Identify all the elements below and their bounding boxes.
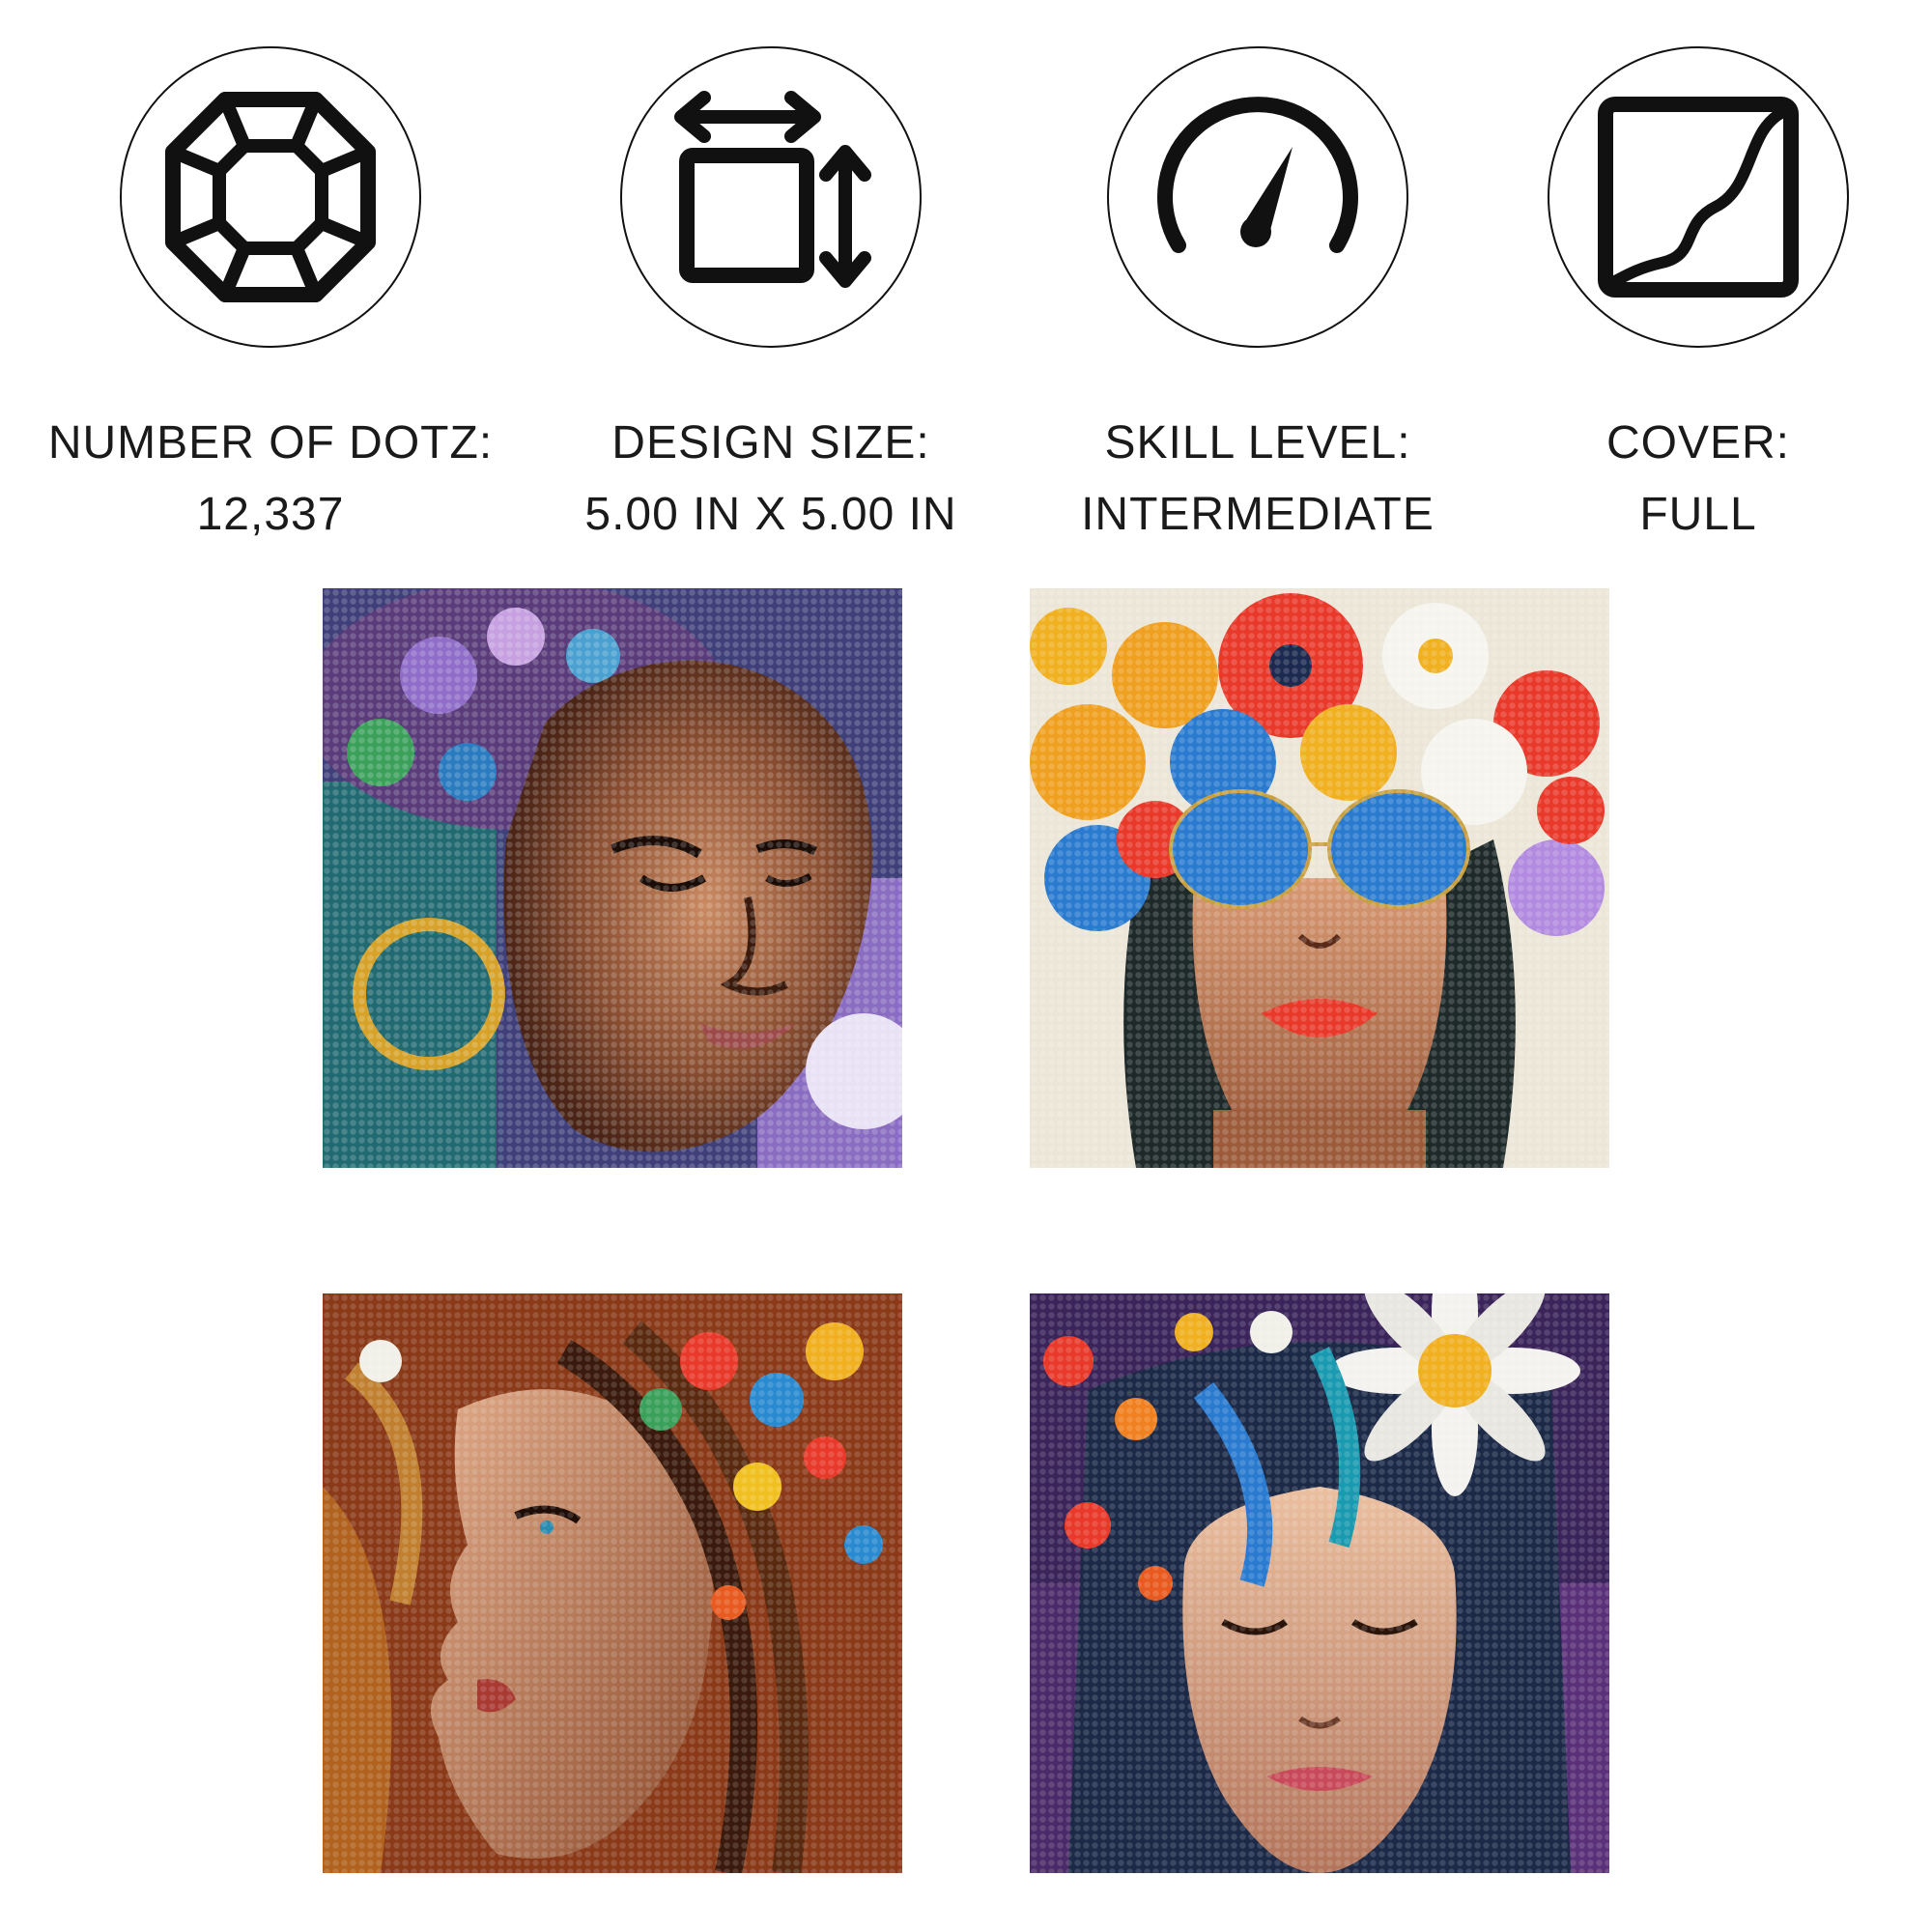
feature-label: COVER:: [1605, 417, 1791, 469]
art-1-image: [323, 588, 902, 1168]
feature-design-size: DESIGN SIZE: 5.00 IN X 5.00 IN: [529, 46, 1012, 551]
art-2-image: [1030, 588, 1609, 1168]
feature-label: NUMBER OF DOTZ:: [47, 417, 494, 469]
speedometer-icon-circle: [1107, 46, 1408, 348]
art-4-image: [1030, 1293, 1609, 1873]
cover-icon-circle: [1548, 46, 1849, 348]
woman-with-daisy-headpiece-art: [1030, 1293, 1609, 1873]
feature-skill-level: SKILL LEVEL: INTERMEDIATE: [1016, 46, 1499, 551]
gem-icon-circle: [120, 46, 421, 348]
feature-cover: COVER: FULL: [1457, 46, 1932, 551]
feature-value: 5.00 IN X 5.00 IN: [584, 489, 957, 540]
feature-value: INTERMEDIATE: [1081, 489, 1435, 540]
resize-icon: [674, 91, 871, 288]
speedometer-icon: [1157, 97, 1358, 253]
feature-label: DESIGN SIZE:: [611, 417, 930, 469]
gem-icon: [165, 92, 376, 302]
resize-icon-circle: [620, 46, 922, 348]
feature-value: 12,337: [196, 489, 345, 540]
woman-with-flower-crown-sunglasses-art: [1030, 588, 1609, 1168]
woman-with-flowing-hair-profile-art: [323, 1293, 902, 1873]
feature-label: SKILL LEVEL:: [1104, 417, 1411, 469]
feature-value: FULL: [1639, 489, 1757, 540]
cover-icon: [1598, 97, 1799, 298]
feature-number-of-dotz: NUMBER OF DOTZ: 12,337: [29, 46, 512, 551]
woman-with-hoop-earring-art: [323, 588, 902, 1168]
art-3-image: [323, 1293, 902, 1873]
